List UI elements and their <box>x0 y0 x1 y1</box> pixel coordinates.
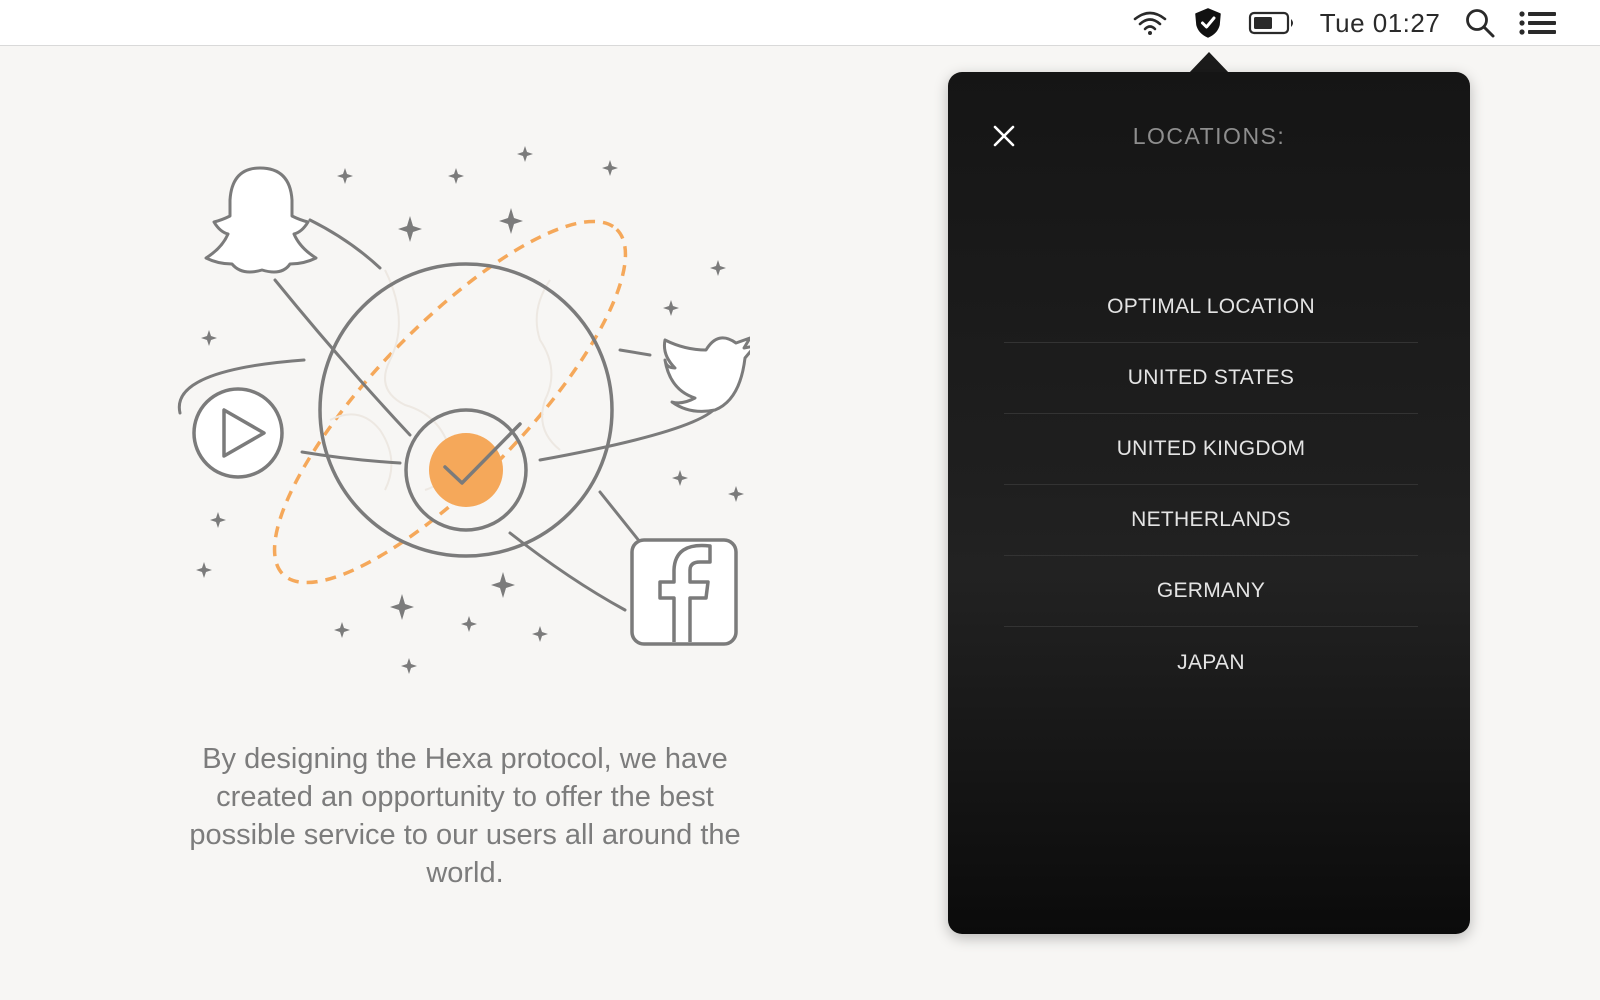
menu-bar: Tue 01:27 <box>0 0 1600 46</box>
ghost-app-icon <box>204 166 318 274</box>
spotlight-search-icon[interactable] <box>1460 0 1500 46</box>
global-network-illustration <box>170 130 757 690</box>
wifi-icon[interactable] <box>1128 0 1172 46</box>
locations-popover: LOCATIONS: OPTIMAL LOCATION UNITED STATE… <box>948 72 1470 934</box>
social-f-icon <box>630 538 738 646</box>
location-japan[interactable]: JAPAN <box>1004 627 1418 698</box>
location-united-kingdom[interactable]: UNITED KINGDOM <box>1004 414 1418 485</box>
locations-title: LOCATIONS: <box>1132 123 1286 149</box>
play-icon <box>192 387 284 479</box>
location-germany[interactable]: GERMANY <box>1004 556 1418 627</box>
vpn-shield-icon[interactable] <box>1188 0 1228 46</box>
locations-list: OPTIMAL LOCATION UNITED STATES UNITED KI… <box>1004 272 1418 698</box>
location-united-states[interactable]: UNITED STATES <box>1004 343 1418 414</box>
battery-icon[interactable] <box>1246 0 1298 46</box>
tagline-text: By designing the Hexa protocol, we have … <box>189 743 741 889</box>
location-optimal[interactable]: OPTIMAL LOCATION <box>1004 272 1418 343</box>
bird-icon <box>663 336 757 413</box>
location-netherlands[interactable]: NETHERLANDS <box>1004 485 1418 556</box>
popover-pointer <box>1188 52 1230 74</box>
menubar-clock[interactable]: Tue 01:27 <box>1312 0 1448 46</box>
notification-center-icon[interactable] <box>1516 0 1560 46</box>
